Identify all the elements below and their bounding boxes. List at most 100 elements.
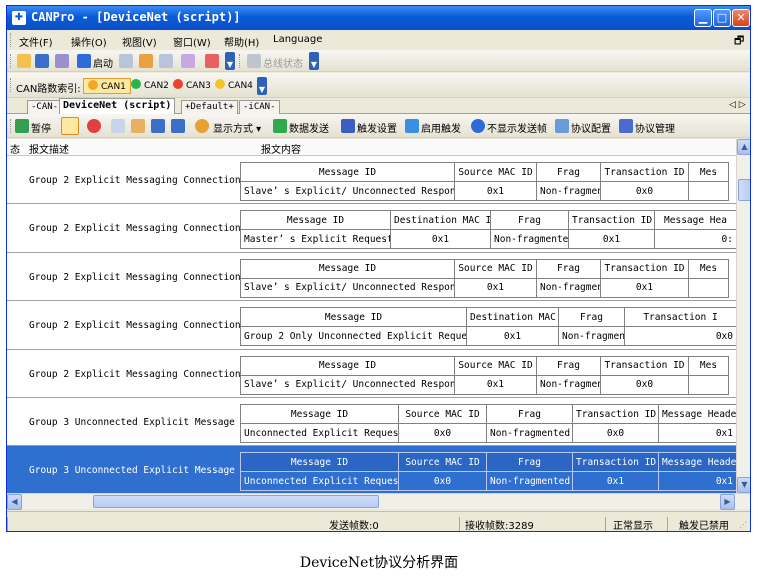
message-description: Group 3 Unconnected Explicit Message — [29, 465, 235, 477]
scroll-up-icon[interactable]: ▲ — [737, 139, 750, 155]
protocol-manage-button[interactable]: 协议管理 — [635, 120, 675, 135]
open-log-icon[interactable] — [131, 119, 145, 133]
list-item[interactable]: Group 2 Explicit Messaging Connection Mes… — [7, 301, 736, 350]
horizontal-scroll-thumb[interactable] — [93, 495, 379, 508]
close-button[interactable]: ✕ — [732, 9, 750, 27]
filter-icon[interactable] — [205, 54, 219, 68]
message-content-cell: Message IDDestination MAC IDFragTransact… — [240, 204, 736, 252]
enable-trigger-icon[interactable] — [405, 119, 419, 133]
protocol-config-button[interactable]: 协议配置 — [571, 120, 611, 135]
save-log-icon[interactable] — [151, 119, 165, 133]
message-list: Group 2 Explicit Messaging Connection Mes… — [7, 156, 736, 493]
field-header: Frag — [490, 210, 569, 231]
pause-button[interactable]: 暂停 — [31, 120, 51, 135]
menu-language[interactable]: Language — [273, 34, 322, 45]
export-icon[interactable] — [171, 119, 185, 133]
field-value: Master’ s Explicit Request — [240, 229, 391, 250]
protocol-field-table: Message ID Source MAC ID Frag Transaction I… — [240, 258, 729, 298]
field-header: Destination MAC ID — [390, 210, 491, 231]
field-value: 0x1 — [454, 181, 537, 201]
open-folder-icon[interactable] — [17, 54, 31, 68]
enable-trigger-button[interactable]: 启用触发 — [421, 120, 461, 135]
can3-button[interactable]: CAN3 — [169, 78, 215, 94]
list-item[interactable]: Group 2 Explicit Messaging Connection Mes… — [7, 156, 736, 205]
tab-can[interactable]: -CAN- — [27, 100, 63, 114]
list-item[interactable]: Group 3 Unconnected Explicit Message Mess… — [7, 446, 736, 493]
menu-window[interactable]: 窗口(W) — [173, 34, 211, 49]
display-mode-icon[interactable] — [195, 119, 209, 133]
protocol-config-icon[interactable] — [555, 119, 569, 133]
vertical-scrollbar[interactable]: ▲ ▼ — [736, 139, 750, 493]
toolbar1b-overflow-chevron-icon[interactable]: ▼ — [309, 52, 319, 70]
field-header: Source MAC ID — [454, 355, 537, 376]
list-item[interactable]: Group 2 Explicit Messaging Connection Mes… — [7, 204, 736, 253]
highlight-icon[interactable] — [61, 117, 79, 135]
field-header: Message Hea — [654, 210, 736, 231]
horizontal-scrollbar[interactable]: ◀ ▶ — [7, 493, 750, 510]
can1-button[interactable]: CAN1 — [83, 78, 131, 94]
column-content[interactable]: 报文内容 — [261, 141, 301, 156]
menu-help[interactable]: 帮助(H) — [224, 34, 259, 49]
can2-button[interactable]: CAN2 — [127, 78, 173, 94]
hide-sent-button[interactable]: 不显示发送帧 — [487, 120, 547, 135]
trigger-settings-button[interactable]: 触发设置 — [357, 120, 397, 135]
bus-status-icon[interactable] — [247, 54, 261, 68]
resize-grip-icon[interactable]: ⋰ — [739, 520, 747, 529]
message-description: Group 2 Explicit Messaging Connection — [29, 320, 241, 332]
copy-icon[interactable] — [159, 54, 173, 68]
field-value: 0x1 — [568, 229, 655, 250]
start-button[interactable]: 启动 — [93, 55, 113, 70]
list-item[interactable]: Group 2 Explicit Messaging Connection Mes… — [7, 349, 736, 398]
edit-icon[interactable] — [55, 54, 69, 68]
status-bar: 发送帧数:0 接收帧数:3289 正常显示 触发已禁用 ⋰ — [7, 511, 750, 532]
tab-ican[interactable]: -iCAN- — [239, 100, 280, 114]
vertical-scroll-thumb[interactable] — [738, 179, 750, 201]
toolbar2-overflow-chevron-icon[interactable]: ▼ — [257, 77, 267, 95]
scroll-down-icon[interactable]: ▼ — [737, 477, 750, 493]
can1-label: CAN1 — [101, 82, 126, 92]
field-header: Message ID — [240, 307, 467, 328]
save-icon[interactable] — [35, 54, 49, 68]
can4-button[interactable]: CAN4 — [211, 78, 257, 94]
can4-label: CAN4 — [228, 81, 253, 91]
menu-view[interactable]: 视图(V) — [122, 34, 157, 49]
menu-operate[interactable]: 操作(O) — [71, 34, 107, 49]
protocol-manage-icon[interactable] — [619, 119, 633, 133]
field-header: Message ID — [240, 162, 455, 182]
data-send-button[interactable]: 数据发送 — [289, 120, 329, 135]
scroll-right-icon[interactable]: ▶ — [720, 494, 735, 510]
start-icon[interactable] — [77, 54, 91, 68]
tab-scroll-arrows-icon[interactable]: ◁ ▷ — [729, 100, 746, 110]
field-header: Source MAC ID — [398, 452, 487, 473]
can-route-label: CAN路数索引: — [16, 84, 81, 95]
trigger-settings-icon[interactable] — [341, 119, 355, 133]
can4-status-icon — [215, 79, 225, 89]
config-icon[interactable] — [181, 54, 195, 68]
title-bar[interactable]: ✚ CANPro - [DeviceNet (script)] ▁ □ ✕ — [7, 6, 750, 30]
scroll-left-icon[interactable]: ◀ — [7, 494, 22, 510]
hide-sent-icon[interactable] — [471, 119, 485, 133]
menu-file[interactable]: 文件(F) — [19, 34, 53, 49]
column-status[interactable]: 态 — [10, 141, 20, 156]
maximize-button[interactable]: □ — [713, 9, 731, 27]
list-item[interactable]: Group 2 Explicit Messaging Connection Mes… — [7, 252, 736, 302]
field-value: 0x0 — [398, 471, 487, 492]
list-item[interactable]: Group 3 Unconnected Explicit Message Mess… — [7, 398, 736, 447]
data-send-icon[interactable] — [273, 119, 287, 133]
field-header: Source MAC ID — [398, 404, 487, 424]
minimize-button[interactable]: ▁ — [694, 9, 712, 27]
toolbar1-overflow-chevron-icon[interactable]: ▼ — [225, 52, 235, 70]
tab-devicenet-script[interactable]: DeviceNet (script) — [59, 98, 176, 114]
copy-frame-icon[interactable] — [111, 119, 125, 133]
clear-icon[interactable] — [139, 54, 153, 68]
field-header: Frag — [536, 162, 601, 182]
pause-icon[interactable] — [15, 119, 29, 133]
tab-default[interactable]: +Default+ — [181, 100, 238, 114]
record-icon[interactable] — [87, 119, 101, 133]
display-status: 正常显示 — [613, 521, 653, 532]
stop-icon[interactable] — [119, 54, 133, 68]
display-mode-button[interactable]: 显示方式 ▾ — [213, 120, 261, 135]
column-description[interactable]: 报文描述 — [29, 141, 69, 156]
restore-doc-icon[interactable]: 🗗 — [734, 32, 744, 51]
bus-status-button[interactable]: 总线状态 — [263, 55, 303, 70]
